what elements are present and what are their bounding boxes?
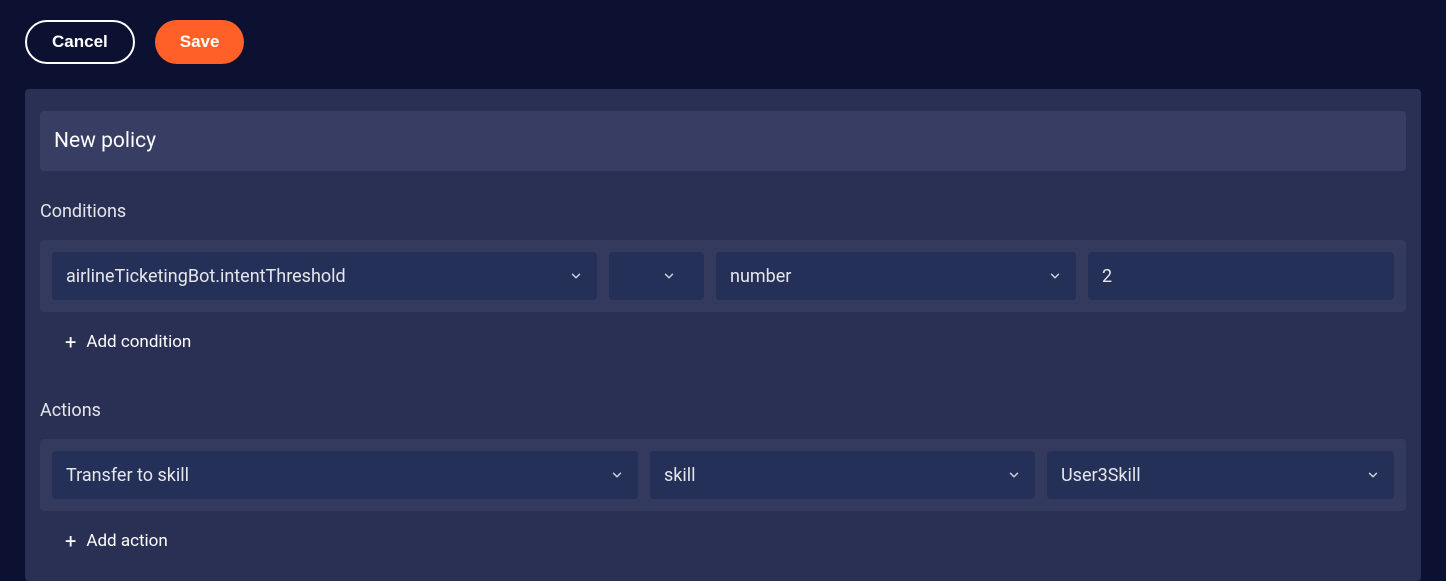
policy-title-text: New policy xyxy=(54,129,156,153)
save-button[interactable]: Save xyxy=(155,20,245,64)
chevron-down-icon xyxy=(569,269,583,283)
action-target-select[interactable]: skill xyxy=(650,451,1035,499)
action-type-select[interactable]: Transfer to skill xyxy=(52,451,638,499)
plus-icon: + xyxy=(65,332,76,352)
add-condition-button[interactable]: + Add condition xyxy=(65,332,1406,352)
chevron-down-icon xyxy=(1048,269,1062,283)
conditions-label: Conditions xyxy=(40,201,1406,222)
condition-operator-select[interactable]: < xyxy=(609,252,704,300)
condition-type-select[interactable]: number xyxy=(716,252,1076,300)
chevron-down-icon xyxy=(662,269,676,283)
action-type-text: Transfer to skill xyxy=(66,465,600,486)
condition-row: airlineTicketingBot.intentThreshold < nu… xyxy=(40,240,1406,312)
condition-value-input[interactable]: 2 xyxy=(1088,252,1394,300)
header-buttons: Cancel Save xyxy=(25,20,1421,64)
condition-field-select[interactable]: airlineTicketingBot.intentThreshold xyxy=(52,252,597,300)
chevron-down-icon xyxy=(1007,468,1021,482)
cancel-button[interactable]: Cancel xyxy=(25,20,135,64)
add-action-button[interactable]: + Add action xyxy=(65,531,1406,551)
add-action-label: Add action xyxy=(86,531,167,551)
condition-field-text: airlineTicketingBot.intentThreshold xyxy=(66,266,559,287)
plus-icon: + xyxy=(65,531,76,551)
action-value-select[interactable]: User3Skill xyxy=(1047,451,1394,499)
action-row: Transfer to skill skill User3Skill xyxy=(40,439,1406,511)
policy-title-input[interactable]: New policy xyxy=(40,111,1406,171)
chevron-down-icon xyxy=(610,468,624,482)
policy-panel: New policy Conditions airlineTicketingBo… xyxy=(25,89,1421,581)
action-value-text: User3Skill xyxy=(1061,465,1356,486)
condition-value-text: 2 xyxy=(1102,266,1380,287)
actions-label: Actions xyxy=(40,400,1406,421)
add-condition-label: Add condition xyxy=(86,332,191,352)
action-target-text: skill xyxy=(664,465,997,486)
condition-type-text: number xyxy=(730,266,1038,287)
chevron-down-icon xyxy=(1366,468,1380,482)
